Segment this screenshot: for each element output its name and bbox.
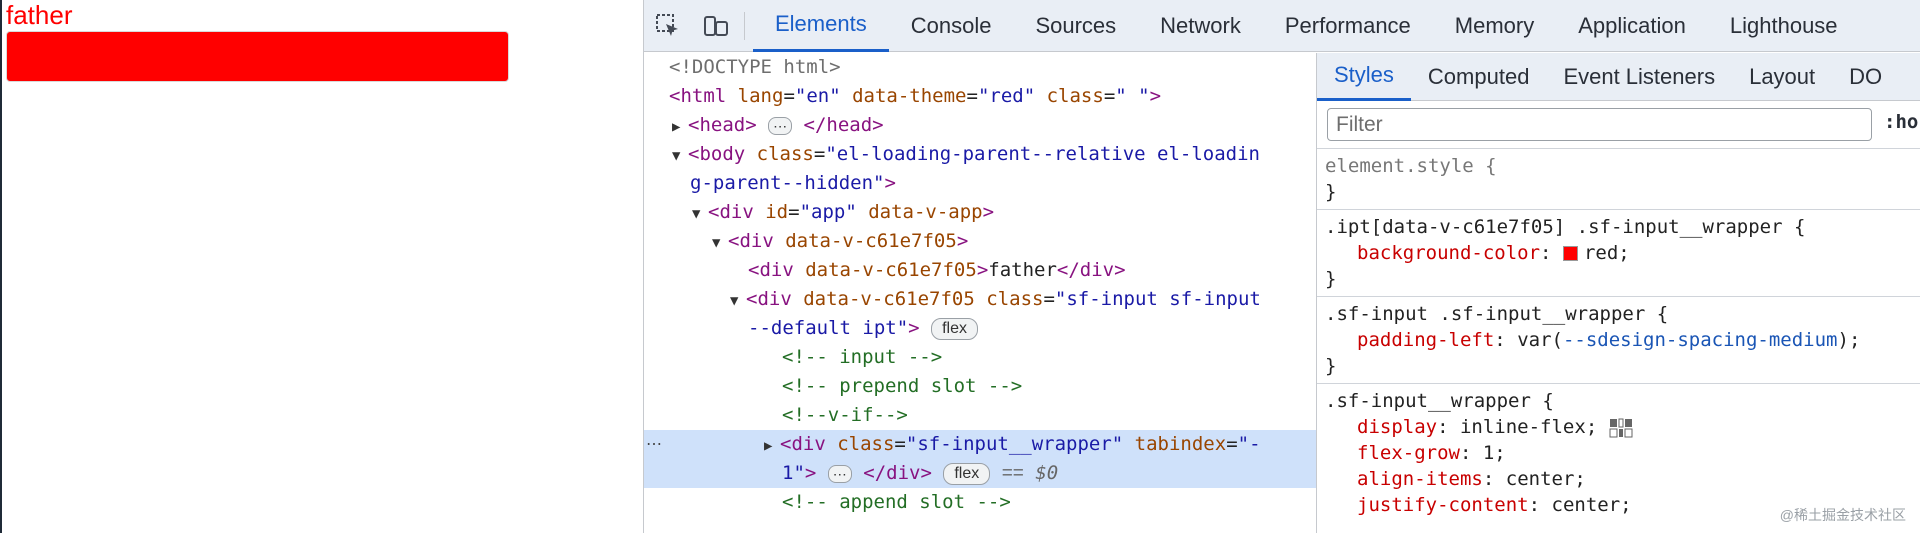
tree-row-sf-input-cont[interactable]: --default ipt"> flex <box>644 314 1316 343</box>
tab-styles[interactable]: Styles <box>1317 53 1411 101</box>
tree-row-doctype[interactable]: <!DOCTYPE html> <box>644 53 1316 82</box>
styles-pane: Styles Computed Event Listeners Layout D… <box>1316 53 1920 533</box>
styles-filter-input[interactable] <box>1327 108 1872 141</box>
tab-console[interactable]: Console <box>889 0 1014 52</box>
tab-network[interactable]: Network <box>1138 0 1263 52</box>
tree-row-sf-input[interactable]: ▼ <div data-v-c61e7f05 class="sf-input sf… <box>644 285 1316 314</box>
tree-row-body-cont[interactable]: g-parent--hidden"> <box>644 169 1316 198</box>
style-property[interactable]: align-items: center; <box>1325 466 1920 492</box>
flex-badge[interactable]: flex <box>943 462 991 485</box>
style-property[interactable]: display: inline-flex; <box>1325 414 1920 440</box>
collapse-triangle-icon[interactable]: ▼ <box>730 287 746 316</box>
devtools-tab-bar: Elements Console Sources Network Perform… <box>644 0 1920 52</box>
hov-toggle[interactable]: :ho <box>1884 111 1918 133</box>
father-text: father <box>6 0 73 30</box>
tab-computed[interactable]: Computed <box>1411 53 1547 101</box>
gutter-more-icon[interactable]: ⋯ <box>646 430 662 459</box>
device-toolbar-icon[interactable] <box>692 0 740 52</box>
watermark: @稀土掘金技术社区 <box>1779 507 1906 523</box>
tree-row-body[interactable]: ▼ <body class="el-loading-parent--relativ… <box>644 140 1316 169</box>
tree-row-html[interactable]: <html lang="en" data-theme="red" class="… <box>644 82 1316 111</box>
tab-performance[interactable]: Performance <box>1263 0 1433 52</box>
expand-triangle-icon[interactable]: ▶ <box>672 113 688 142</box>
rule-selector: .sf-input__wrapper { <box>1325 390 1554 412</box>
style-rule-wrapper[interactable]: .sf-input__wrapper { display: inline-fle… <box>1317 384 1920 522</box>
tree-row-app[interactable]: ▼ <div id="app" data-v-app> <box>644 198 1316 227</box>
styles-filter-row: :ho <box>1317 101 1920 149</box>
tree-row-comment-vif[interactable]: <!--v-if--> <box>644 401 1316 430</box>
tab-memory[interactable]: Memory <box>1433 0 1556 52</box>
toolbar-divider <box>744 11 745 40</box>
tab-event-listeners[interactable]: Event Listeners <box>1546 53 1732 101</box>
tree-row-head[interactable]: ▶ <head> ⋯ </head> <box>644 111 1316 140</box>
expand-triangle-icon[interactable]: ▶ <box>764 432 780 461</box>
page-preview: father <box>0 0 642 533</box>
tree-row-wrapper-selected[interactable]: ⋯ ▶ <div class="sf-input__wrapper" tabind… <box>644 430 1316 459</box>
style-rule-element-style[interactable]: element.style { } <box>1317 149 1920 210</box>
collapse-triangle-icon[interactable]: ▼ <box>692 200 708 229</box>
html-tag: html <box>680 85 727 107</box>
flex-badge[interactable]: flex <box>931 317 978 340</box>
flexbox-editor-icon[interactable] <box>1609 418 1635 438</box>
tree-row-father-div[interactable]: <div data-v-c61e7f05>father</div> <box>644 256 1316 285</box>
tab-dom-breakpoints[interactable]: DO <box>1832 53 1899 101</box>
tree-row-wrapper-selected-cont[interactable]: 1"> ⋯ </div> flex == $0 <box>644 459 1316 488</box>
rule-selector: .ipt[data-v-c61e7f05] .sf-input__wrapper… <box>1325 216 1806 238</box>
tab-lighthouse[interactable]: Lighthouse <box>1708 0 1860 52</box>
style-property[interactable]: flex-grow: 1; <box>1325 440 1920 466</box>
tree-row-comment-prepend[interactable]: <!-- prepend slot --> <box>644 372 1316 401</box>
style-property[interactable]: padding-left: var(--sdesign-spacing-medi… <box>1325 327 1920 353</box>
collapsed-ellipsis-icon[interactable]: ⋯ <box>768 116 793 135</box>
tab-layout[interactable]: Layout <box>1732 53 1832 101</box>
tree-row-div-c61[interactable]: ▼ <div data-v-c61e7f05> <box>644 227 1316 256</box>
tab-sources[interactable]: Sources <box>1013 0 1138 52</box>
color-swatch-icon[interactable] <box>1562 246 1578 261</box>
doctype-text: <!DOCTYPE html> <box>669 56 841 78</box>
devtools-panel: Elements Console Sources Network Perform… <box>643 0 1920 533</box>
style-rule-sf-input-wrapper[interactable]: .sf-input .sf-input__wrapper { padding-l… <box>1317 297 1920 384</box>
rule-selector: element.style { <box>1325 155 1497 177</box>
collapse-triangle-icon[interactable]: ▼ <box>672 142 688 171</box>
select-element-icon[interactable] <box>644 0 692 52</box>
css-variable-link[interactable]: --sdesign-spacing-medium <box>1563 329 1838 351</box>
tab-elements[interactable]: Elements <box>753 0 889 52</box>
style-rule-ipt-wrapper[interactable]: .ipt[data-v-c61e7f05] .sf-input__wrapper… <box>1317 210 1920 297</box>
rule-selector: .sf-input .sf-input__wrapper { <box>1325 303 1669 325</box>
sf-input-wrapper-box[interactable] <box>6 31 509 82</box>
tree-row-comment-append[interactable]: <!-- append slot --> <box>644 488 1316 517</box>
collapse-triangle-icon[interactable]: ▼ <box>712 229 728 258</box>
style-property[interactable]: background-color: red; <box>1325 240 1920 266</box>
collapsed-ellipsis-icon[interactable]: ⋯ <box>827 464 852 483</box>
dollar-zero-ref: $0 <box>1035 462 1059 484</box>
elements-dom-tree: <!DOCTYPE html> <html lang="en" data-the… <box>644 53 1316 533</box>
styles-sub-tab-bar: Styles Computed Event Listeners Layout D… <box>1317 53 1920 101</box>
tree-row-comment-input[interactable]: <!-- input --> <box>644 343 1316 372</box>
tab-application[interactable]: Application <box>1556 0 1708 52</box>
